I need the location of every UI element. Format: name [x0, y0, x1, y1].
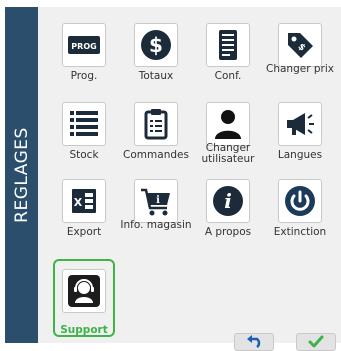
tile-changer-prix[interactable]: $ Changer prix	[264, 23, 336, 98]
excel-icon[interactable]: X	[62, 179, 106, 223]
sidebar: REGLAGES	[5, 7, 38, 343]
tile-extinction[interactable]: Extinction	[264, 179, 336, 254]
tile-label-support: Support	[60, 324, 108, 336]
clipboard-icon[interactable]	[134, 102, 178, 146]
sidebar-title: REGLAGES	[11, 127, 32, 223]
svg-text:i: i	[224, 189, 232, 213]
svg-text:i: i	[156, 195, 160, 206]
sidebar-title-wrap: REGLAGES	[5, 7, 38, 343]
undo-arrow-icon	[247, 335, 261, 348]
tile-langues[interactable]: Langues	[264, 102, 336, 177]
tile-conf[interactable]: Conf.	[192, 23, 264, 98]
tile-changer-utilisateur[interactable]: Changer utilisateur	[192, 102, 264, 177]
dollar-icon[interactable]: $	[134, 23, 178, 67]
user-icon[interactable]	[206, 102, 250, 146]
list-icon[interactable]	[62, 102, 106, 146]
checkmark-icon	[308, 335, 324, 348]
svg-text:$: $	[149, 33, 163, 57]
tile-support[interactable]: Support	[53, 259, 115, 337]
tile-export[interactable]: X Export	[48, 179, 120, 254]
tile-stock[interactable]: Stock	[48, 102, 120, 177]
prog-icon[interactable]: PROG	[62, 23, 106, 67]
shopping-cart-info-icon[interactable]: i	[134, 179, 178, 223]
info-icon[interactable]: i	[206, 179, 250, 223]
back-button[interactable]	[234, 333, 274, 351]
tile-prog[interactable]: PROG Prog.	[48, 23, 120, 98]
megaphone-icon[interactable]	[278, 102, 322, 146]
tile-label: Extinction	[273, 226, 327, 238]
svg-text:PROG: PROG	[71, 42, 96, 51]
receipt-icon[interactable]	[206, 23, 250, 67]
svg-text:X: X	[74, 196, 83, 209]
tile-totaux[interactable]: $ Totaux	[120, 23, 192, 98]
tile-info-magasin[interactable]: i Info. magasin	[120, 179, 192, 254]
power-icon[interactable]	[278, 179, 322, 223]
tile-commandes[interactable]: Commandes	[120, 102, 192, 177]
tile-a-propos[interactable]: i A propos	[192, 179, 264, 254]
price-tag-icon[interactable]: $	[278, 23, 322, 67]
confirm-button[interactable]	[296, 333, 336, 351]
settings-panel: PROG Prog. $ Totaux Conf. $ Changer prix…	[38, 7, 341, 351]
headset-support-icon[interactable]	[62, 269, 106, 313]
tile-label: Langues	[277, 149, 323, 161]
tile-label: Changer prix	[266, 63, 334, 75]
